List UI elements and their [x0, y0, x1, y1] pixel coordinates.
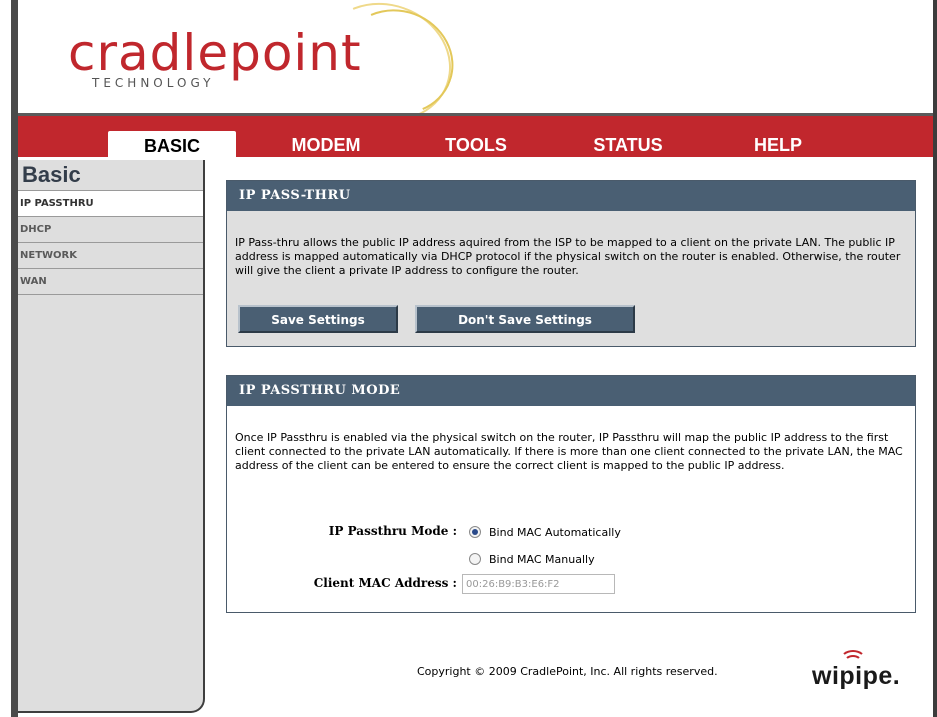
- nav-tab-help[interactable]: HELP: [738, 130, 818, 160]
- nav-tab-status[interactable]: STATUS: [578, 130, 678, 160]
- ip-passthru-mode-panel: IP PASSTHRU MODE Once IP Passthru is ena…: [226, 375, 916, 613]
- wipipe-wordmark: wipipe.: [812, 662, 901, 690]
- bind-mac-automatically-label[interactable]: Bind MAC Automatically: [489, 526, 621, 539]
- window-frame-right: [933, 0, 937, 717]
- sidebar-item-network[interactable]: NETWORK: [18, 243, 203, 269]
- client-mac-address-label: Client MAC Address :: [313, 576, 457, 590]
- save-settings-button[interactable]: Save Settings: [238, 305, 398, 333]
- client-mac-address-input[interactable]: [462, 574, 615, 594]
- header: cradlepoint TECHNOLOGY: [18, 0, 933, 140]
- nav-tab-modem[interactable]: MODEM: [276, 130, 376, 160]
- bind-mac-manually-radio[interactable]: [469, 553, 481, 565]
- sidebar-menu: IP PASSTHRU DHCP NETWORK WAN: [18, 190, 203, 295]
- sidebar-item-dhcp[interactable]: DHCP: [18, 217, 203, 243]
- ip-passthru-mode-heading: IP PASSTHRU MODE: [227, 376, 915, 406]
- ip-passthru-panel: IP PASS-THRU IP Pass-thru allows the pub…: [226, 180, 916, 347]
- copyright-text: Copyright © 2009 CradlePoint, Inc. All r…: [417, 665, 718, 678]
- bind-mac-manually-label[interactable]: Bind MAC Manually: [489, 553, 595, 566]
- sidebar: Basic IP PASSTHRU DHCP NETWORK WAN: [18, 160, 205, 713]
- main-nav: BASIC MODEM TOOLS STATUS HELP: [18, 113, 933, 160]
- nav-tab-basic[interactable]: BASIC: [108, 131, 236, 160]
- dont-save-settings-button[interactable]: Don't Save Settings: [415, 305, 635, 333]
- nav-tab-tools[interactable]: TOOLS: [431, 130, 521, 160]
- logo-wordmark: cradlepoint: [68, 24, 362, 82]
- cradlepoint-logo: cradlepoint TECHNOLOGY: [68, 28, 362, 90]
- wipipe-logo: wipipe.: [812, 650, 902, 690]
- ip-passthru-description: IP Pass-thru allows the public IP addres…: [235, 236, 901, 277]
- bind-mac-automatically-radio[interactable]: [469, 526, 481, 538]
- ip-passthru-heading: IP PASS-THRU: [227, 181, 915, 211]
- sidebar-item-ip-passthru[interactable]: IP PASSTHRU: [18, 191, 203, 217]
- ip-passthru-mode-description: Once IP Passthru is enabled via the phys…: [235, 431, 903, 472]
- window-frame-bar: [11, 0, 18, 717]
- sidebar-item-wan[interactable]: WAN: [18, 269, 203, 295]
- ip-passthru-mode-label: IP Passthru Mode :: [328, 524, 457, 538]
- sidebar-title: Basic: [22, 162, 81, 187]
